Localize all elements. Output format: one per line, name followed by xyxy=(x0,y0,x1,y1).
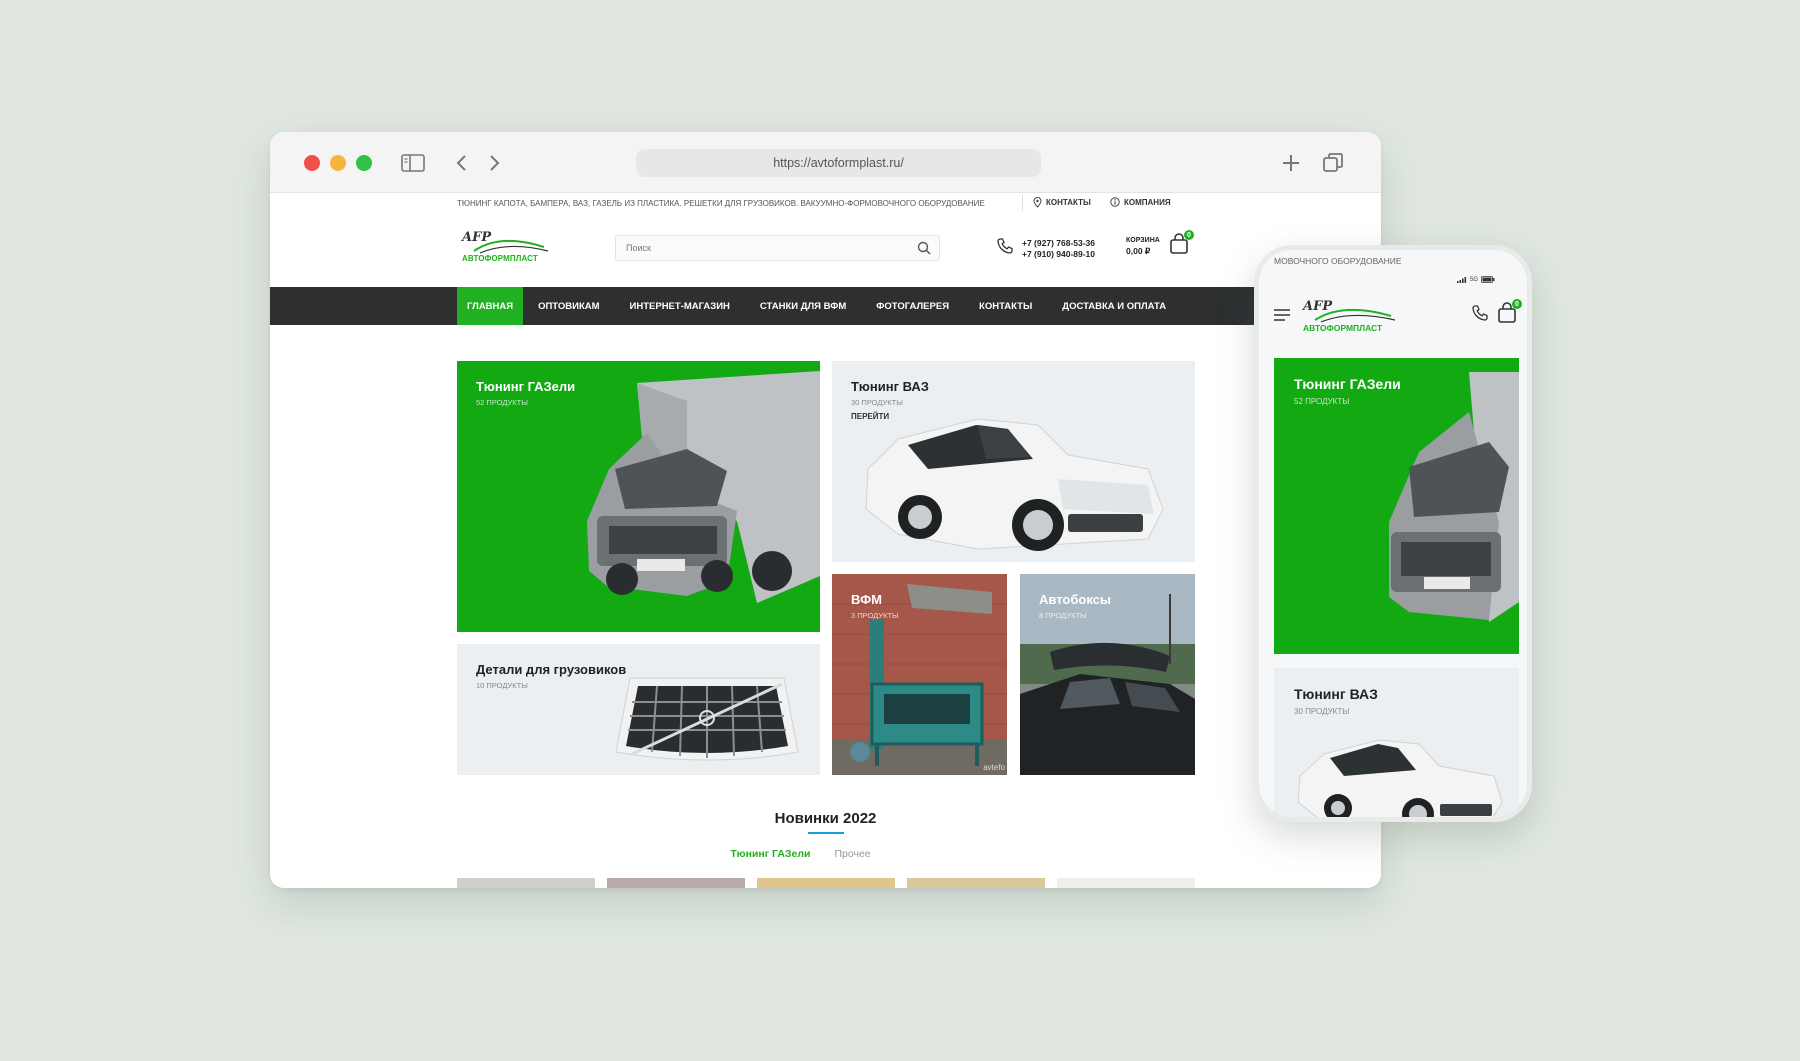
logo-text: АВТОФОРМПЛАСТ xyxy=(462,254,538,263)
tab-overview-icon[interactable] xyxy=(1320,150,1346,176)
browser-window: https://avtoformplast.ru/ Тюнинг капота,… xyxy=(270,132,1381,888)
phone-status-bar: 5G xyxy=(1456,276,1495,283)
phone-logo[interactable]: AFP АВТОФОРМПЛАСТ xyxy=(1301,296,1399,334)
cart-count-badge: 0 xyxy=(1512,299,1522,309)
product-thumbnails xyxy=(457,878,1195,888)
main-nav: ГЛАВНАЯ ОПТОВИКАМ ИНТЕРНЕТ-МАГАЗИН СТАНК… xyxy=(270,287,1381,325)
section-underline xyxy=(807,832,844,834)
section-tabs: Тюнинг ГАЗели Прочее xyxy=(270,848,1381,860)
tab-gazel[interactable]: Тюнинг ГАЗели xyxy=(730,848,810,860)
gazel-van-image xyxy=(1389,372,1519,622)
nav-item-wholesale[interactable]: ОПТОВИКАМ xyxy=(523,287,614,325)
phone-header: AFP АВТОФОРМПЛАСТ 0 xyxy=(1259,290,1527,340)
product-thumbnail[interactable] xyxy=(1057,878,1195,888)
image-watermark: avtefo xyxy=(983,763,1005,772)
top-link-company[interactable]: КОМПАНИЯ xyxy=(1110,197,1171,207)
svg-text:AFP: AFP xyxy=(460,230,492,245)
tile-title: Тюнинг ГАЗели xyxy=(476,379,576,394)
product-thumbnail[interactable] xyxy=(757,878,895,888)
new-products-section: Новинки 2022 xyxy=(270,810,1381,834)
product-thumbnail[interactable] xyxy=(907,878,1045,888)
tile-count: 3 ПРОДУКТЫ xyxy=(851,611,899,620)
category-tile-truck-parts[interactable]: Детали для грузовиков 10 ПРОДУКТЫ xyxy=(457,644,820,775)
svg-text:AFP: AFP xyxy=(1301,299,1333,314)
nav-item-home[interactable]: ГЛАВНАЯ xyxy=(457,287,524,325)
section-title: Новинки 2022 xyxy=(774,810,877,827)
phone-tile-vaz[interactable]: Тюнинг ВАЗ 30 ПРОДУКТЫ xyxy=(1274,668,1519,817)
product-thumbnail[interactable] xyxy=(607,878,745,888)
tile-go-link[interactable]: ПЕРЕЙТИ xyxy=(851,412,889,421)
nav-item-delivery[interactable]: ДОСТАВКА И ОПЛАТА xyxy=(1047,287,1181,325)
tile-count: 30 ПРОДУКТЫ xyxy=(1294,707,1350,716)
vaz-car-image xyxy=(865,418,1164,551)
tile-title: Автобоксы xyxy=(1039,592,1111,607)
site-header: AFP АВТОФОРМПЛАСТ +7 (927) 768-53-36 xyxy=(270,213,1381,287)
tile-title: Тюнинг ВАЗ xyxy=(1294,686,1378,702)
search-input[interactable] xyxy=(616,236,896,260)
info-icon xyxy=(1110,197,1120,207)
tile-title: Детали для грузовиков xyxy=(476,662,627,677)
divider xyxy=(1022,195,1023,211)
web-page: Тюнинг капота, бампера, ВАЗ, ГАЗель из п… xyxy=(270,193,1381,888)
nav-item-gallery[interactable]: ФОТОГАЛЕРЕЯ xyxy=(861,287,964,325)
phone-call-icon[interactable] xyxy=(1471,304,1489,327)
logo-text: АВТОФОРМПЛАСТ xyxy=(1303,323,1383,333)
cart-count-badge: 0 xyxy=(1184,230,1194,240)
cart-summary[interactable]: КОРЗИНА 0,00 ₽ xyxy=(1126,235,1160,257)
menu-icon[interactable] xyxy=(1274,308,1290,326)
address-bar[interactable]: https://avtoformplast.ru/ xyxy=(636,149,1041,177)
category-tile-autobox[interactable]: Автобоксы 8 ПРОДУКТЫ xyxy=(1020,574,1195,775)
vaz-car-image xyxy=(1297,739,1503,817)
tile-title: Тюнинг ВАЗ xyxy=(851,379,929,394)
phone-tagline: МОВОЧНОГО ОБОРУДОВАНИЕ xyxy=(1274,256,1402,266)
phone-icon xyxy=(996,237,1014,260)
category-tile-vaz[interactable]: Тюнинг ВАЗ 30 ПРОДУКТЫ ПЕРЕЙТИ xyxy=(832,361,1195,562)
site-logo[interactable]: AFP АВТОФОРМПЛАСТ xyxy=(460,227,552,265)
close-window-button[interactable] xyxy=(304,155,320,171)
search-icon[interactable] xyxy=(917,241,931,260)
phone-tile-gazel[interactable]: Тюнинг ГАЗели 52 ПРОДУКТЫ xyxy=(1274,358,1519,654)
tab-other[interactable]: Прочее xyxy=(834,848,870,860)
tile-count: 10 ПРОДУКТЫ xyxy=(476,681,528,690)
gazel-van-image xyxy=(587,371,820,603)
top-link-contacts[interactable]: КОНТАКТЫ xyxy=(1033,197,1091,208)
phone-mockup: МОВОЧНОГО ОБОРУДОВАНИЕ 5G AFP АВТОФОРМПЛ… xyxy=(1254,245,1532,822)
nav-item-machines[interactable]: СТАНКИ ДЛЯ ВФМ xyxy=(745,287,861,325)
network-label: 5G xyxy=(1469,276,1478,283)
category-tile-vfm[interactable]: ВФМ 3 ПРОДУКТЫ avtefo xyxy=(832,574,1007,775)
search-box xyxy=(615,235,940,261)
tile-count: 52 ПРОДУКТЫ xyxy=(476,398,528,407)
nav-item-contacts[interactable]: КОНТАКТЫ xyxy=(964,287,1047,325)
battery-icon xyxy=(1481,276,1495,283)
product-thumbnail[interactable] xyxy=(457,878,595,888)
tile-title: Тюнинг ГАЗели xyxy=(1294,376,1401,392)
tile-title: ВФМ xyxy=(851,592,882,607)
phone-cart-icon[interactable]: 0 xyxy=(1496,299,1522,326)
new-tab-icon[interactable] xyxy=(1278,150,1304,176)
truck-grille-image xyxy=(615,677,799,761)
top-strip: Тюнинг капота, бампера, ВАЗ, ГАЗель из п… xyxy=(270,193,1381,213)
tile-count: 52 ПРОДУКТЫ xyxy=(1294,397,1350,406)
forward-arrow-icon[interactable] xyxy=(482,150,508,176)
browser-toolbar: https://avtoformplast.ru/ xyxy=(270,132,1381,193)
back-arrow-icon[interactable] xyxy=(448,150,474,176)
cart-icon[interactable]: 0 xyxy=(1168,230,1194,257)
location-pin-icon xyxy=(1033,197,1042,208)
minimize-window-button[interactable] xyxy=(330,155,346,171)
signal-icon xyxy=(1456,276,1467,283)
site-tagline: Тюнинг капота, бампера, ВАЗ, ГАЗель из п… xyxy=(457,199,985,208)
address-url: https://avtoformplast.ru/ xyxy=(773,156,904,170)
header-phones[interactable]: +7 (927) 768-53-36 +7 (910) 940-89-10 xyxy=(996,237,1095,260)
sidebar-toggle-icon[interactable] xyxy=(400,150,426,176)
phone-numbers: +7 (927) 768-53-36 +7 (910) 940-89-10 xyxy=(1022,237,1096,259)
tile-count: 8 ПРОДУКТЫ xyxy=(1039,611,1087,620)
maximize-window-button[interactable] xyxy=(356,155,372,171)
tile-count: 30 ПРОДУКТЫ xyxy=(851,398,903,407)
category-tile-gazel[interactable]: Тюнинг ГАЗели 52 ПРОДУКТЫ xyxy=(457,361,820,632)
nav-item-shop[interactable]: ИНТЕРНЕТ-МАГАЗИН xyxy=(615,287,745,325)
